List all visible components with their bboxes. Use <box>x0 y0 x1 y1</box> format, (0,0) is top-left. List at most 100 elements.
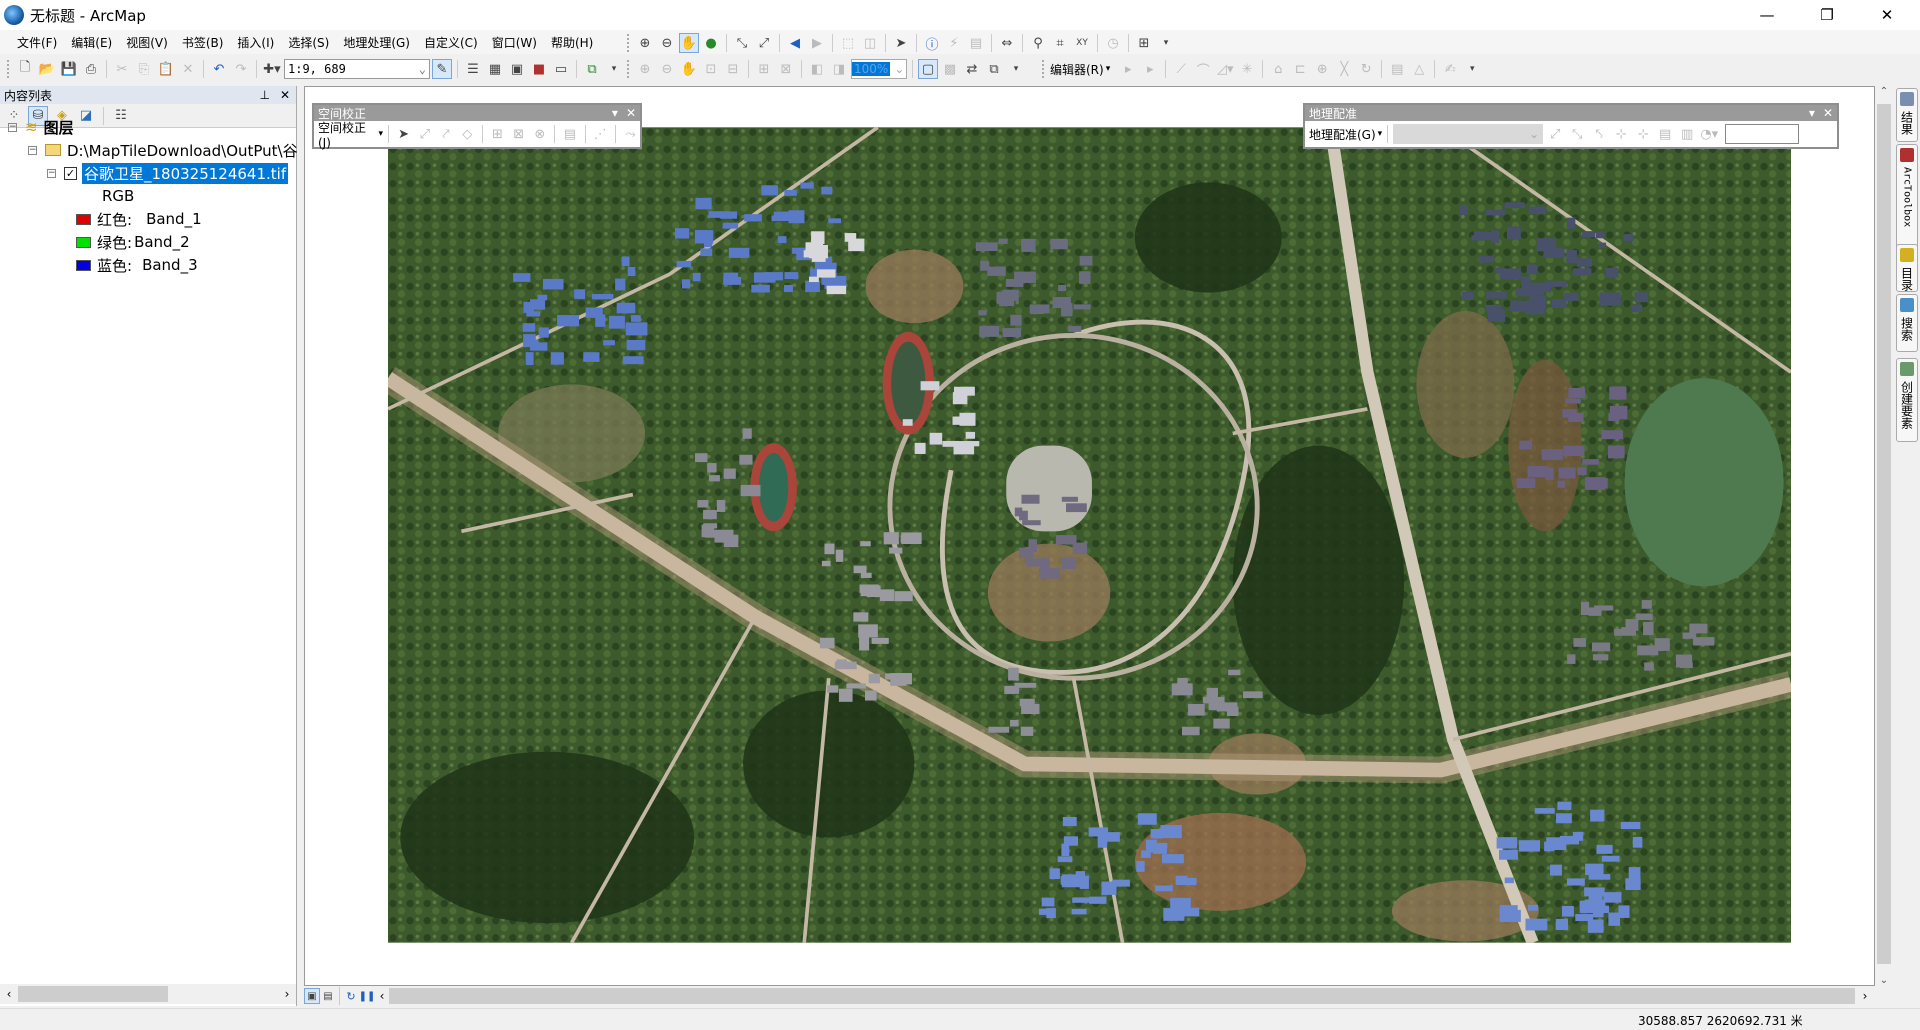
magnifier-window-icon[interactable]: ⊞ <box>1134 33 1154 53</box>
minimize-icon[interactable]: — <box>1744 0 1790 30</box>
time-slider-icon[interactable]: ◷ <box>1103 33 1123 53</box>
sketch-properties-icon[interactable]: △ <box>1409 59 1429 79</box>
add-data-icon[interactable]: ✚▾ <box>262 59 282 79</box>
fixed-zoom-in-page-icon[interactable]: ⊞ <box>754 59 774 79</box>
collapse-icon[interactable]: − <box>28 145 37 155</box>
scroll-up-icon[interactable]: ⌃ <box>1875 86 1893 97</box>
tree-layer[interactable]: − ✓ 谷歌卫星_180325124641.tif <box>47 162 289 184</box>
arctoolbox-icon[interactable]: ■ <box>529 59 549 79</box>
menu-geoprocessing[interactable]: 地理处理(G) <box>336 34 417 51</box>
menu-bookmarks[interactable]: 书签(B) <box>175 34 231 51</box>
zoom-whole-page-icon[interactable]: ⊡ <box>701 59 721 79</box>
change-layout-icon[interactable]: ⇄ <box>962 59 982 79</box>
split-line-icon[interactable]: ╳ <box>1334 59 1354 79</box>
straight-segment-icon[interactable]: ⟋ <box>1171 59 1191 79</box>
create-features-icon[interactable]: ✍ <box>1440 59 1460 79</box>
toolbar-overflow-icon[interactable]: ▾ <box>1006 59 1026 79</box>
find-route-icon[interactable]: ⌗ <box>1050 33 1070 53</box>
layer-visibility-checkbox[interactable]: ✓ <box>64 166 77 180</box>
view-link-table-icon[interactable]: ▤ <box>560 124 579 144</box>
attribute-transfer-icon[interactable]: ⤳ <box>621 124 640 144</box>
scroll-down-icon[interactable]: ⌄ <box>1875 975 1893 986</box>
hyperlink-icon[interactable]: ⚡ <box>944 33 964 53</box>
cut-icon[interactable]: ✂ <box>112 59 132 79</box>
layout-zoom-in-icon[interactable]: ⊕ <box>635 59 655 79</box>
dock-tab-search[interactable]: 搜索 <box>1896 294 1918 352</box>
options-icon[interactable]: ☷ <box>111 106 131 126</box>
construction-tools-icon[interactable]: ◿▾ <box>1215 59 1235 79</box>
cut-polygons-icon[interactable]: ⊕ <box>1312 59 1332 79</box>
rotate-tool-icon[interactable]: ⤢ <box>1545 124 1565 144</box>
add-control-points-icon[interactable]: ⊹ <box>1611 124 1631 144</box>
catalog-window-icon[interactable]: ▦ <box>485 59 505 79</box>
collapse-icon[interactable]: − <box>8 122 17 132</box>
refresh-icon[interactable]: ↻ <box>343 986 359 1006</box>
auto-registration-icon[interactable]: ◔▾ <box>1699 124 1719 144</box>
edge-match-icon[interactable]: ⋰ <box>591 124 610 144</box>
zoom-out-icon[interactable]: ⊖ <box>657 33 677 53</box>
redo-icon[interactable]: ↷ <box>231 59 251 79</box>
georeferencing-layer-select[interactable]: ⌄ <box>1393 124 1544 144</box>
zoom-percent-combobox[interactable]: 100% ⌄ <box>851 59 907 79</box>
delete-control-points-icon[interactable]: ⊹ <box>1633 124 1653 144</box>
close-icon[interactable]: ✕ <box>1864 0 1910 30</box>
model-builder-icon[interactable]: ⧉ <box>582 59 602 79</box>
toolbar-overflow-icon[interactable]: ▾ <box>1156 33 1176 53</box>
clear-selection-icon[interactable]: ◫ <box>860 33 880 53</box>
scrollbar-thumb[interactable] <box>18 986 168 1002</box>
map-display[interactable]: 空间校正 ▾ ✕ 空间校正(J) ▾ ➤ ⤢ ⤤ ◇ ⊞ ⊠ ⊗ ▤ ⋰ ⤳ 地理配准… <box>304 86 1875 986</box>
georeferencing-menu[interactable]: 地理配准(G) <box>1309 126 1376 143</box>
pause-drawing-icon[interactable]: ❚❚ <box>359 986 376 1006</box>
menu-view[interactable]: 视图(V) <box>119 34 175 51</box>
editor-toolbar-toggle-icon[interactable]: ✎ <box>432 59 452 79</box>
clear-limited-adjustment-area-icon[interactable]: ⊗ <box>530 124 549 144</box>
shift-tool-icon[interactable]: ⤡ <box>1567 124 1587 144</box>
fixed-zoom-out-page-icon[interactable]: ⊠ <box>776 59 796 79</box>
viewer-icon[interactable]: ▥ <box>1677 124 1697 144</box>
print-icon[interactable]: ⎙ <box>81 59 101 79</box>
collapse-icon[interactable]: − <box>47 168 56 178</box>
rotate-icon[interactable]: ↻ <box>1356 59 1376 79</box>
html-popup-icon[interactable]: ▤ <box>966 33 986 53</box>
menu-insert[interactable]: 插入(I) <box>230 34 281 51</box>
reshape-feature-icon[interactable]: ⊏ <box>1290 59 1310 79</box>
scrollbar-thumb[interactable] <box>1877 104 1891 964</box>
previous-extent-page-icon[interactable]: ◧ <box>807 59 827 79</box>
menu-edit[interactable]: 编辑(E) <box>64 34 119 51</box>
data-view-icon[interactable]: ▣ <box>304 988 320 1004</box>
dock-tab-results[interactable]: 结果 <box>1896 88 1918 142</box>
tree-layers-root[interactable]: − ≋ 图层 <box>8 116 74 138</box>
map-vertical-scrollbar[interactable]: ⌃ ⌄ <box>1875 86 1893 986</box>
delete-icon[interactable]: ✕ <box>178 59 198 79</box>
fixed-zoom-in-icon[interactable]: ⤡ <box>732 33 752 53</box>
menu-file[interactable]: 文件(F) <box>10 34 64 51</box>
close-icon[interactable]: ✕ <box>626 106 636 120</box>
toolbar-overflow-icon[interactable]: ▾ <box>1462 59 1482 79</box>
identify-icon[interactable]: ⓘ <box>922 33 942 53</box>
back-arrow-icon[interactable]: ◀ <box>785 33 805 53</box>
save-icon[interactable]: 💾 <box>59 59 79 79</box>
edit-tool-icon[interactable]: ▸ <box>1118 59 1138 79</box>
scrollbar-thumb[interactable] <box>389 988 1855 1004</box>
measure-icon[interactable]: ⇔ <box>997 33 1017 53</box>
select-elements-arrow-icon[interactable]: ➤ <box>891 33 911 53</box>
search-window-icon[interactable]: ▣ <box>507 59 527 79</box>
scroll-left-icon[interactable]: ‹ <box>0 987 18 1001</box>
new-limited-adjustment-area-icon[interactable]: ⊠ <box>509 124 528 144</box>
new-identity-link-icon[interactable]: ⊞ <box>488 124 507 144</box>
pan-hand-icon[interactable]: ✋ <box>679 33 699 53</box>
close-icon[interactable]: ✕ <box>280 88 290 102</box>
modify-link-icon[interactable]: ⤤ <box>436 124 455 144</box>
toolbar-overflow-icon[interactable]: ▾ <box>604 59 624 79</box>
edit-annotation-icon[interactable]: ▸ <box>1140 59 1160 79</box>
list-by-selection-icon[interactable]: ◪ <box>76 106 96 126</box>
layout-pan-icon[interactable]: ✋ <box>679 59 699 79</box>
close-icon[interactable]: ✕ <box>1823 106 1833 120</box>
dock-tab-catalog[interactable]: 目录 <box>1896 244 1918 292</box>
select-features-icon[interactable]: ⬚ <box>838 33 858 53</box>
tree-folder[interactable]: − D:\MapTileDownload\OutPut\谷 <box>28 139 298 161</box>
attributes-icon[interactable]: ▤ <box>1387 59 1407 79</box>
menu-selection[interactable]: 选择(S) <box>281 34 336 51</box>
forward-arrow-icon[interactable]: ▶ <box>807 33 827 53</box>
arc-segment-icon[interactable]: ⌒ <box>1193 59 1213 79</box>
